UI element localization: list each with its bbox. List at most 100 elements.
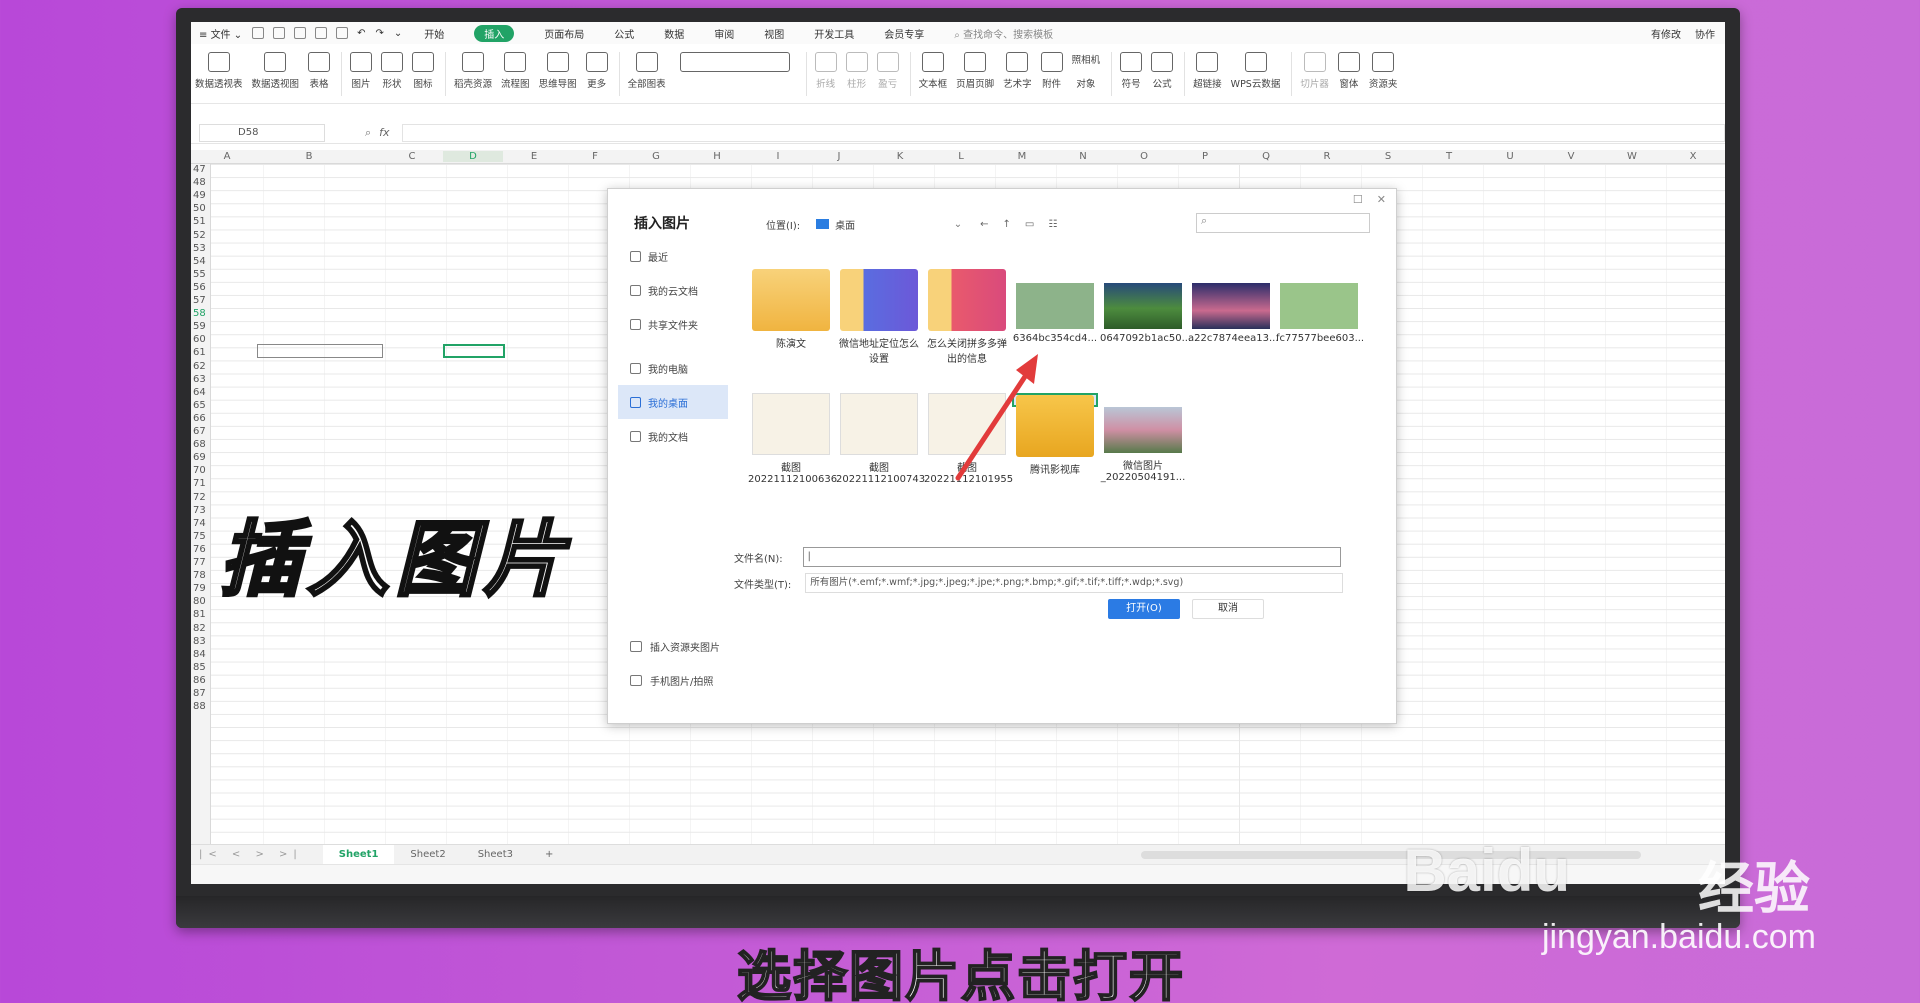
tab-insert[interactable]: 插入 [474, 24, 515, 42]
location-dropdown[interactable]: 桌面 ⌄ [812, 215, 962, 233]
row-header-64[interactable]: 64 [193, 387, 206, 398]
new-folder-icon[interactable]: ▭ [1025, 219, 1048, 230]
row-header-61[interactable]: 61 [193, 347, 206, 358]
menu-file[interactable]: ≡ 文件 ⌄ [199, 26, 242, 41]
row-header-73[interactable]: 73 [193, 505, 206, 516]
column-header-v[interactable]: V [1541, 151, 1601, 162]
column-header-p[interactable]: P [1175, 151, 1235, 162]
column-header-l[interactable]: L [931, 151, 991, 162]
row-header-60[interactable]: 60 [193, 334, 206, 345]
row-header-82[interactable]: 82 [193, 623, 206, 634]
file-item[interactable]: 微信图片 _20220504191... [1100, 393, 1186, 483]
sheet-tab-2[interactable]: Sheet2 [394, 845, 461, 865]
column-header-k[interactable]: K [870, 151, 930, 162]
sidebar-item-desktop[interactable]: 我的桌面 [618, 385, 728, 419]
row-header-88[interactable]: 88 [193, 701, 206, 712]
sidebar-item-recent[interactable]: 最近 [618, 239, 728, 273]
row-header-52[interactable]: 52 [193, 230, 206, 241]
shapes-button[interactable]: 形状 [381, 46, 404, 90]
column-header-b[interactable]: B [279, 151, 339, 162]
tab-data[interactable]: 数据 [664, 26, 684, 41]
row-header-87[interactable]: 87 [193, 688, 206, 699]
find-icon[interactable] [336, 27, 349, 39]
sheet-tab-1[interactable]: Sheet1 [322, 844, 395, 865]
row-header-63[interactable]: 63 [193, 374, 206, 385]
tab-developer[interactable]: 开发工具 [814, 26, 854, 41]
name-box[interactable]: D58 [199, 123, 325, 142]
column-header-o[interactable]: O [1114, 151, 1174, 162]
column-header-t[interactable]: T [1419, 151, 1479, 162]
modify-status[interactable]: 有修改 [1651, 26, 1681, 41]
textbox-button[interactable]: 文本框 [919, 46, 947, 90]
flowchart-button[interactable]: 流程图 [501, 46, 530, 90]
row-header-65[interactable]: 65 [193, 400, 206, 411]
row-header-54[interactable]: 54 [193, 256, 206, 267]
close-icon[interactable]: ✕ [1377, 193, 1386, 206]
row-header-47[interactable]: 47 [193, 164, 206, 175]
column-header-x[interactable]: X [1663, 151, 1723, 162]
open-button[interactable]: 打开(O) [1108, 599, 1180, 619]
filename-input[interactable]: | [802, 547, 1341, 567]
zoom-search-icon[interactable]: ⌕ [365, 126, 371, 140]
insert-resource-folder-image[interactable]: 插入资源夹图片 [630, 629, 720, 663]
file-item[interactable]: 腾讯影视库 [1012, 393, 1098, 476]
row-header-76[interactable]: 76 [193, 544, 206, 555]
sheet-nav-arrows[interactable]: |< < > >| [199, 849, 303, 860]
column-header-n[interactable]: N [1053, 151, 1113, 162]
row-header-66[interactable]: 66 [193, 413, 206, 424]
file-item[interactable]: 微信地址定位怎么设置 [836, 269, 922, 365]
phone-image-button[interactable]: 手机图片/拍照 [630, 663, 720, 697]
row-header-77[interactable]: 77 [193, 557, 206, 568]
undo-icon[interactable]: ↶ [357, 28, 365, 39]
column-header-i[interactable]: I [748, 151, 808, 162]
column-header-c[interactable]: C [382, 151, 442, 162]
file-item[interactable]: 怎么关闭拼多多弹出的信息 [924, 269, 1010, 365]
file-item[interactable]: 0647092b1ac50... [1100, 269, 1191, 344]
command-search[interactable]: ⌕ 查找命令、搜索模板 [954, 26, 1053, 41]
row-header-78[interactable]: 78 [193, 570, 206, 581]
mindmap-button[interactable]: 思维导图 [539, 46, 577, 90]
file-item[interactable]: 6364bc354cd4... [1012, 269, 1098, 344]
row-header-84[interactable]: 84 [193, 649, 206, 660]
more-button[interactable]: 更多 [585, 46, 608, 90]
column-header-r[interactable]: R [1297, 151, 1357, 162]
redo-icon[interactable]: ↷ [376, 28, 384, 39]
sparkline-column-button[interactable]: 柱形 [845, 46, 868, 90]
all-charts-button[interactable]: 全部图表 [628, 46, 666, 90]
row-header-74[interactable]: 74 [193, 518, 206, 529]
row-header-81[interactable]: 81 [193, 609, 206, 620]
row-header-83[interactable]: 83 [193, 636, 206, 647]
file-item[interactable]: 截图 20221112100636 [748, 393, 837, 485]
row-header-86[interactable]: 86 [193, 675, 206, 686]
object-button[interactable]: 照相机 对象 [1072, 46, 1101, 90]
file-item[interactable]: 截图 20221112100743 [836, 393, 925, 485]
cancel-button[interactable]: 取消 [1192, 599, 1264, 619]
sidebar-item-my-documents[interactable]: 我的文档 [618, 419, 728, 453]
chart-type-grid[interactable] [675, 46, 795, 76]
filetype-select[interactable]: 所有图片(*.emf;*.wmf;*.jpg;*.jpeg;*.jpe;*.pn… [805, 573, 1344, 593]
print-icon[interactable] [294, 27, 307, 39]
row-header-71[interactable]: 71 [193, 478, 206, 489]
tab-member[interactable]: 会员专享 [884, 26, 924, 41]
row-header-48[interactable]: 48 [193, 177, 206, 188]
up-icon[interactable]: ↑ [1003, 219, 1025, 230]
column-header-h[interactable]: H [687, 151, 747, 162]
sparkline-line-button[interactable]: 折线 [814, 46, 837, 90]
pivot-table-button[interactable]: 数据透视表 [195, 46, 243, 90]
export-icon[interactable] [273, 27, 286, 39]
row-header-58[interactable]: 58 [193, 308, 206, 319]
row-header-80[interactable]: 80 [193, 596, 206, 607]
row-header-72[interactable]: 72 [193, 492, 206, 503]
dialog-search-input[interactable]: ⌕ [1196, 213, 1370, 233]
maximize-icon[interactable]: ☐ [1353, 193, 1363, 206]
row-header-69[interactable]: 69 [193, 452, 206, 463]
location-nav[interactable]: ←↑▭☷ [980, 219, 1071, 230]
formula-input[interactable] [401, 123, 1725, 142]
cell-range-b58[interactable] [257, 344, 383, 358]
tab-formulas[interactable]: 公式 [614, 26, 634, 41]
row-header-62[interactable]: 62 [193, 361, 206, 372]
pivot-chart-button[interactable]: 数据透视图 [252, 46, 299, 90]
tab-review[interactable]: 审阅 [714, 26, 734, 41]
row-header-51[interactable]: 51 [193, 216, 206, 227]
slicer-button[interactable]: 切片器 [1300, 46, 1329, 90]
